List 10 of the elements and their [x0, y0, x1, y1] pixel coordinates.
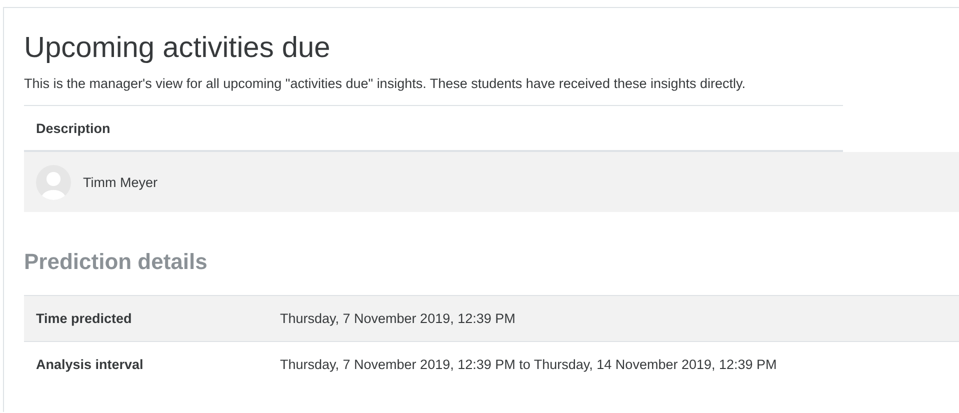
detail-label: Analysis interval [35, 357, 144, 372]
column-header: Description [35, 120, 110, 136]
avatar-icon [36, 164, 71, 200]
page-title: Upcoming activities due [24, 31, 332, 65]
student-name[interactable]: Timm Meyer [83, 174, 158, 190]
detail-label: Time predicted [35, 311, 133, 326]
section-heading: Prediction details [24, 249, 208, 275]
detail-value: Thursday, 7 November 2019, 12:39 PM to Thursday, 14 November 2019, 12:39 PM [280, 357, 777, 372]
intro-text: This is the manager's view for all upcoming "activities due" insights. These students have received these insights directly. [24, 75, 747, 93]
detail-value: Thursday, 7 November 2019, 12:39 PM [280, 311, 516, 326]
